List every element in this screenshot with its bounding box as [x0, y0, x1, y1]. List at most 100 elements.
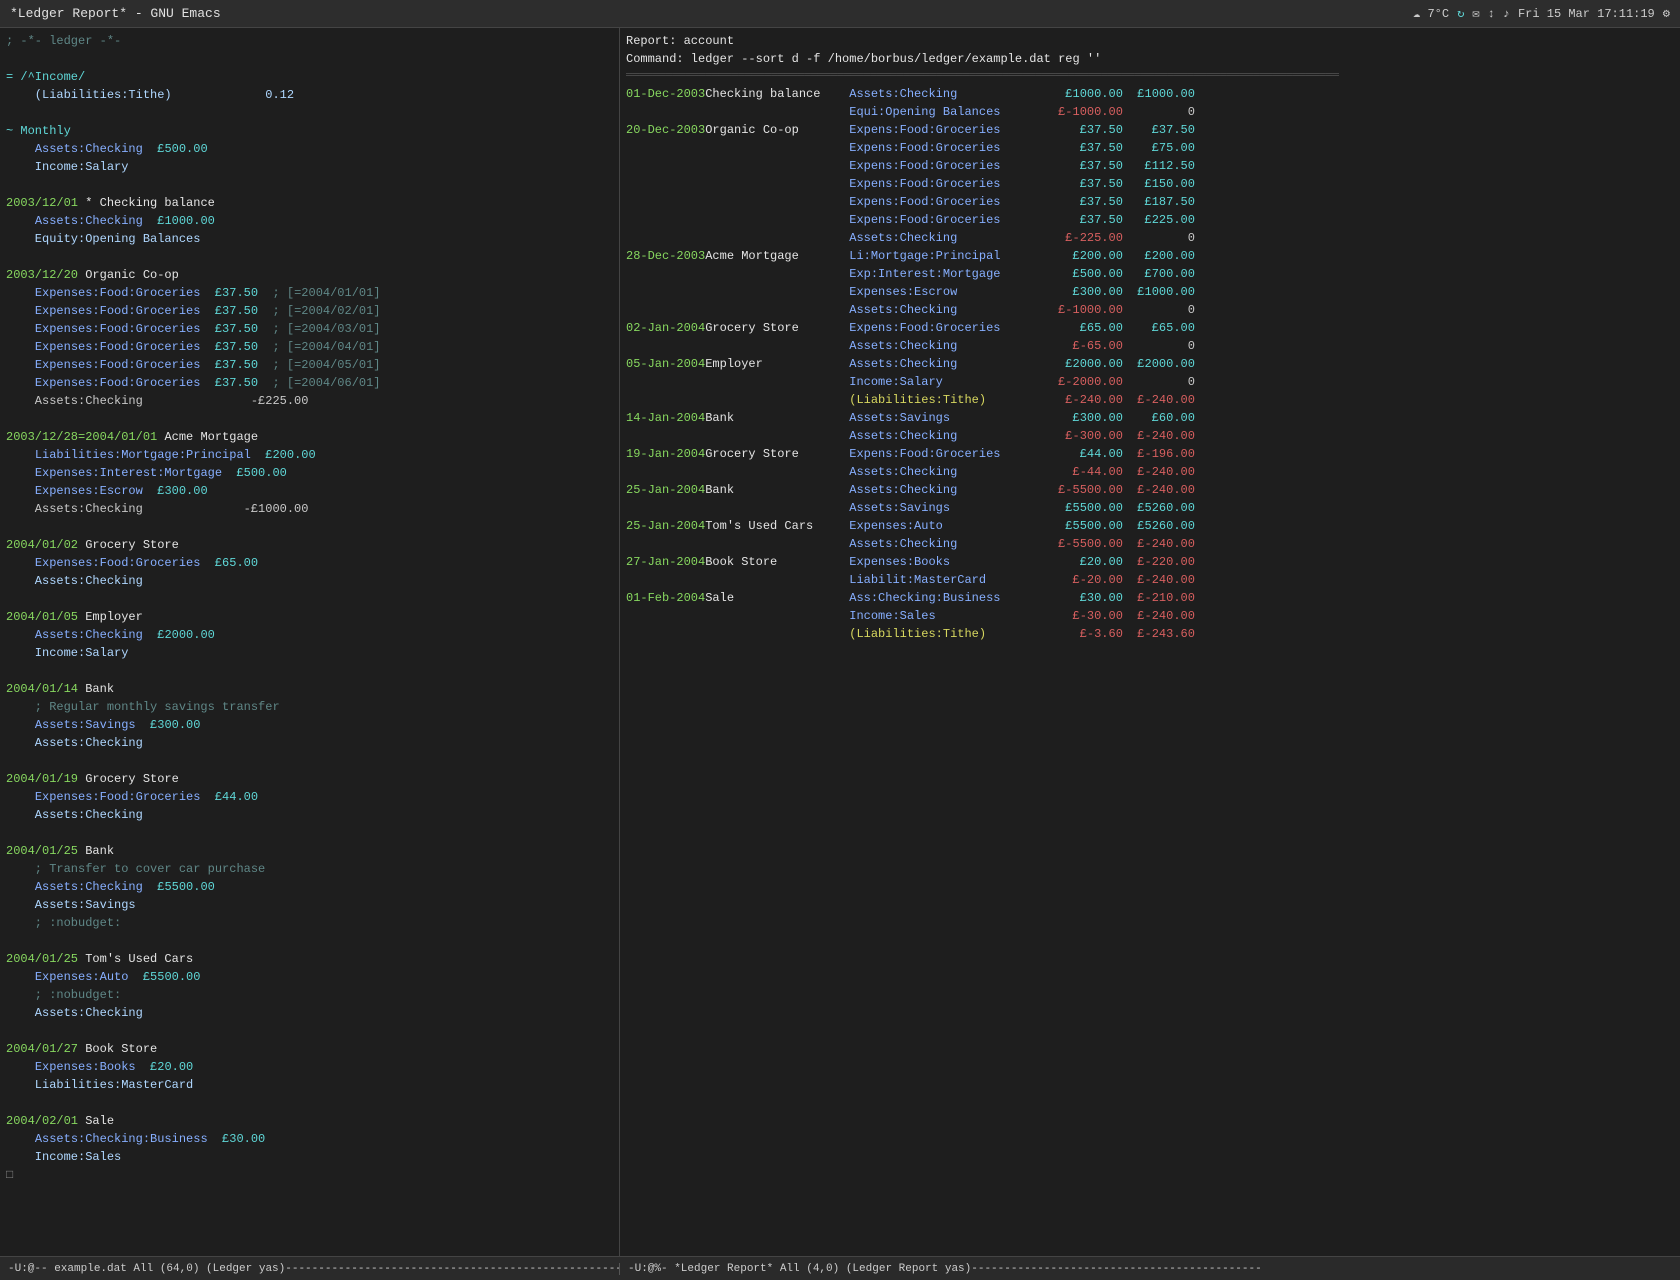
left-line: ; :nobudget:	[6, 986, 613, 1004]
left-line: Assets:Savings £300.00	[6, 716, 613, 734]
report-row: (Liabilities:Tithe) £-240.00 £-240.00	[626, 391, 1674, 409]
left-line: Expenses:Food:Groceries £44.00	[6, 788, 613, 806]
left-line: □	[6, 1166, 613, 1184]
statusbar-left: -U:@-- example.dat All (64,0) (Ledger ya…	[0, 1263, 620, 1275]
report-row: 14-Jan-2004Bank Assets:Savings £300.00 £…	[626, 409, 1674, 427]
report-row: (Liabilities:Tithe) £-3.60 £-243.60	[626, 625, 1674, 643]
left-line: ; -*- ledger -*-	[6, 32, 613, 50]
report-separator: ════════════════════════════════════════…	[626, 68, 1674, 85]
left-line: Assets:Checking	[6, 572, 613, 590]
weather-display: ☁ 7°C	[1413, 6, 1449, 21]
report-row: Exp:Interest:Mortgage £500.00 £700.00	[626, 265, 1674, 283]
main-container: ; -*- ledger -*- = /^Income/ (Liabilitie…	[0, 28, 1680, 1256]
left-line	[6, 752, 613, 770]
left-line: Expenses:Interest:Mortgage £500.00	[6, 464, 613, 482]
left-line: Expenses:Food:Groceries £37.50 ; [=2004/…	[6, 302, 613, 320]
datetime-display: Fri 15 Mar 17:11:19	[1518, 7, 1655, 21]
left-line	[6, 410, 613, 428]
titlebar-right: ☁ 7°C ↻ ✉ ↕ ♪ Fri 15 Mar 17:11:19 ⚙	[1413, 6, 1670, 21]
report-row: Assets:Checking £-65.00 0	[626, 337, 1674, 355]
left-line: 2003/12/01 * Checking balance	[6, 194, 613, 212]
report-row: Assets:Checking £-300.00 £-240.00	[626, 427, 1674, 445]
left-line: = /^Income/	[6, 68, 613, 86]
left-pane: ; -*- ledger -*- = /^Income/ (Liabilitie…	[0, 28, 620, 1256]
report-row: 19-Jan-2004Grocery Store Expens:Food:Gro…	[626, 445, 1674, 463]
statusbar: -U:@-- example.dat All (64,0) (Ledger ya…	[0, 1256, 1680, 1280]
left-line: Expenses:Food:Groceries £65.00	[6, 554, 613, 572]
report-header2: Command: ledger --sort d -f /home/borbus…	[626, 50, 1674, 68]
left-line	[6, 1094, 613, 1112]
left-line: Liabilities:MasterCard	[6, 1076, 613, 1094]
left-line: Expenses:Auto £5500.00	[6, 968, 613, 986]
titlebar: *Ledger Report* - GNU Emacs ☁ 7°C ↻ ✉ ↕ …	[0, 0, 1680, 28]
left-line	[6, 176, 613, 194]
volume-icon[interactable]: ♪	[1503, 7, 1510, 21]
report-row: Assets:Checking £-225.00 0	[626, 229, 1674, 247]
left-line: 2004/01/19 Grocery Store	[6, 770, 613, 788]
left-line	[6, 824, 613, 842]
left-line: Expenses:Food:Groceries £37.50 ; [=2004/…	[6, 338, 613, 356]
report-row: Equi:Opening Balances £-1000.00 0	[626, 103, 1674, 121]
refresh-icon[interactable]: ↻	[1457, 6, 1464, 21]
left-line	[6, 50, 613, 68]
report-row: 20-Dec-2003Organic Co-op Expens:Food:Gro…	[626, 121, 1674, 139]
right-pane: Report: account Command: ledger --sort d…	[620, 28, 1680, 1256]
report-row: Expens:Food:Groceries £37.50 £112.50	[626, 157, 1674, 175]
report-row: Assets:Checking £-44.00 £-240.00	[626, 463, 1674, 481]
left-line	[6, 932, 613, 950]
left-line: 2004/01/05 Employer	[6, 608, 613, 626]
left-line: ; :nobudget:	[6, 914, 613, 932]
report-row: Expenses:Escrow £300.00 £1000.00	[626, 283, 1674, 301]
left-line	[6, 248, 613, 266]
report-row: 05-Jan-2004Employer Assets:Checking £200…	[626, 355, 1674, 373]
left-line: (Liabilities:Tithe) 0.12	[6, 86, 613, 104]
left-line: 2003/12/20 Organic Co-op	[6, 266, 613, 284]
report-row: 25-Jan-2004Tom's Used Cars Expenses:Auto…	[626, 517, 1674, 535]
report-row: Expens:Food:Groceries £37.50 £225.00	[626, 211, 1674, 229]
report-row: Income:Salary £-2000.00 0	[626, 373, 1674, 391]
left-line	[6, 662, 613, 680]
left-line: Income:Sales	[6, 1148, 613, 1166]
left-line: Assets:Checking £500.00	[6, 140, 613, 158]
left-line: Expenses:Food:Groceries £37.50 ; [=2004/…	[6, 356, 613, 374]
left-line: Assets:Checking -£225.00	[6, 392, 613, 410]
left-line: Assets:Checking	[6, 806, 613, 824]
left-line: 2004/01/27 Book Store	[6, 1040, 613, 1058]
left-line: 2004/02/01 Sale	[6, 1112, 613, 1130]
left-line	[6, 518, 613, 536]
report-row: Expens:Food:Groceries £37.50 £150.00	[626, 175, 1674, 193]
left-line: Expenses:Books £20.00	[6, 1058, 613, 1076]
left-line: 2004/01/25 Bank	[6, 842, 613, 860]
report-row: 28-Dec-2003Acme Mortgage Li:Mortgage:Pri…	[626, 247, 1674, 265]
report-row: Liabilit:MasterCard £-20.00 £-240.00	[626, 571, 1674, 589]
report-header1: Report: account	[626, 32, 1674, 50]
left-line: Assets:Savings	[6, 896, 613, 914]
left-line: 2004/01/14 Bank	[6, 680, 613, 698]
left-line: 2003/12/28=2004/01/01 Acme Mortgage	[6, 428, 613, 446]
left-line	[6, 590, 613, 608]
left-line: Equity:Opening Balances	[6, 230, 613, 248]
report-row: Assets:Checking £-1000.00 0	[626, 301, 1674, 319]
mail-icon[interactable]: ✉	[1472, 6, 1479, 21]
statusbar-right: -U:@%- *Ledger Report* All (4,0) (Ledger…	[620, 1263, 1680, 1275]
left-line: Expenses:Escrow £300.00	[6, 482, 613, 500]
report-row: 02-Jan-2004Grocery Store Expens:Food:Gro…	[626, 319, 1674, 337]
left-line	[6, 104, 613, 122]
network-icon[interactable]: ↕	[1488, 7, 1495, 21]
left-line: 2004/01/25 Tom's Used Cars	[6, 950, 613, 968]
left-line: Assets:Checking	[6, 1004, 613, 1022]
left-line: Expenses:Food:Groceries £37.50 ; [=2004/…	[6, 320, 613, 338]
left-line: ; Regular monthly savings transfer	[6, 698, 613, 716]
gear-icon[interactable]: ⚙	[1663, 6, 1670, 21]
left-line: Assets:Checking £5500.00	[6, 878, 613, 896]
left-line: 2004/01/02 Grocery Store	[6, 536, 613, 554]
left-line: Expenses:Food:Groceries £37.50 ; [=2004/…	[6, 284, 613, 302]
left-line: Liabilities:Mortgage:Principal £200.00	[6, 446, 613, 464]
report-table: 01-Dec-2003Checking balance Assets:Check…	[626, 85, 1674, 643]
report-row: Expens:Food:Groceries £37.50 £75.00	[626, 139, 1674, 157]
left-line: Expenses:Food:Groceries £37.50 ; [=2004/…	[6, 374, 613, 392]
report-row: 01-Dec-2003Checking balance Assets:Check…	[626, 85, 1674, 103]
left-line: Assets:Checking -£1000.00	[6, 500, 613, 518]
left-line: Income:Salary	[6, 158, 613, 176]
left-line: ~ Monthly	[6, 122, 613, 140]
